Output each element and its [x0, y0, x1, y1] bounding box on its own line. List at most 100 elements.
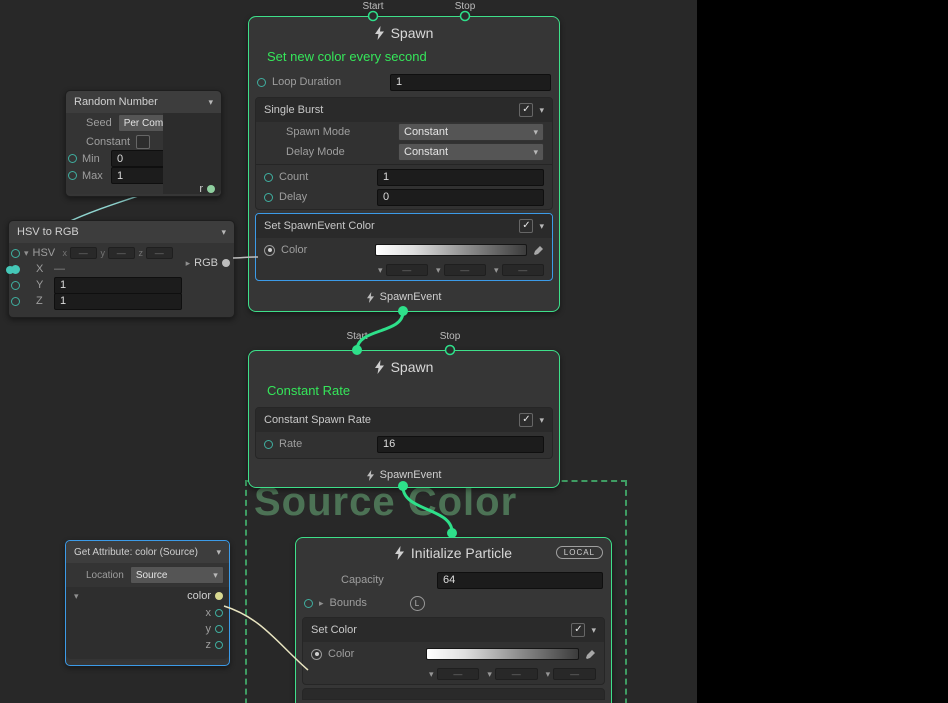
capacity-field[interactable]: 64 — [437, 572, 603, 589]
y-input-port[interactable] — [11, 281, 20, 290]
hsv-y-mini-field[interactable]: — — [108, 247, 135, 259]
expand-triangle-icon[interactable]: ▸ — [186, 258, 191, 269]
hsv-x-mini-field[interactable]: — — [70, 247, 97, 259]
spawn1-titlebar[interactable]: Spawn — [249, 17, 559, 49]
x-input-port-connected[interactable] — [11, 265, 20, 274]
r-output-port[interactable] — [207, 185, 215, 193]
single-burst-checkbox[interactable]: ✓ — [519, 103, 533, 117]
color-y-mini-field[interactable]: — — [444, 264, 486, 276]
chevron-down-icon: ▾ — [533, 147, 538, 158]
loop-duration-port[interactable] — [257, 78, 266, 87]
color-gradient-field[interactable] — [426, 648, 579, 660]
eyedropper-icon[interactable] — [585, 649, 596, 660]
single-burst-block[interactable]: Single Burst ✓ ▾ Spawn Mode Constant ▾ D… — [255, 97, 553, 210]
axis-y-label: y — [101, 248, 106, 258]
spawn2-titlebar[interactable]: Spawn — [249, 351, 559, 383]
constant-spawn-rate-block[interactable]: Constant Spawn Rate ✓ ▾ Rate 16 — [255, 407, 553, 459]
hsv-header[interactable]: HSV to RGB ▾ — [9, 221, 234, 243]
r-output-row: r — [199, 183, 215, 195]
block-collapse-caret-icon[interactable]: ▾ — [539, 415, 544, 426]
rate-field[interactable]: 16 — [377, 436, 544, 453]
location-dropdown[interactable]: Source ▾ — [130, 566, 224, 584]
loop-duration-field[interactable]: 1 — [390, 74, 551, 91]
collapse-caret-icon[interactable]: ▾ — [208, 97, 213, 108]
single-burst-title: Single Burst — [264, 104, 513, 116]
color-y-mini-field[interactable]: — — [495, 668, 538, 680]
local-space-badge[interactable]: LOCAL — [556, 546, 603, 559]
constant-spawn-rate-checkbox[interactable]: ✓ — [519, 413, 533, 427]
color-z-mini-field[interactable]: — — [502, 264, 544, 276]
count-port[interactable] — [264, 173, 273, 182]
z-input-port[interactable] — [11, 297, 20, 306]
output-row-color: color — [187, 590, 223, 602]
rgb-output-row: ▸ RGB — [186, 257, 230, 269]
collapse-caret-icon[interactable]: ▾ — [216, 547, 221, 558]
color-input-port[interactable] — [311, 649, 322, 660]
y-label: Y — [24, 279, 50, 291]
hsv-input-port[interactable] — [11, 249, 20, 258]
delay-mode-dropdown[interactable]: Constant ▾ — [398, 143, 544, 161]
color-gradient-field[interactable] — [375, 244, 527, 256]
color-output-port[interactable] — [215, 592, 223, 600]
expand-triangle-icon[interactable]: ▸ — [319, 598, 324, 609]
collapse-caret-icon[interactable]: ▾ — [221, 227, 226, 238]
rate-port[interactable] — [264, 440, 273, 449]
initialize-titlebar[interactable]: Initialize Particle LOCAL — [296, 538, 611, 568]
node-get-attribute-color[interactable]: Get Attribute: color (Source) ▾ Location… — [65, 540, 230, 666]
lightning-bolt-icon — [375, 360, 384, 374]
count-field[interactable]: 1 — [377, 169, 544, 186]
block-collapse-caret-icon[interactable]: ▾ — [539, 105, 544, 116]
color-x-mini-field[interactable]: — — [437, 668, 480, 680]
node-random-number[interactable]: Random Number ▾ Seed Per Component ▾ Con… — [65, 90, 222, 197]
set-color-checkbox[interactable]: ✓ — [571, 623, 585, 637]
eyedropper-icon[interactable] — [533, 245, 544, 256]
constant-checkbox[interactable] — [136, 135, 150, 149]
y-output-port[interactable] — [215, 625, 223, 633]
expand-triangle-icon[interactable]: ▾ — [24, 248, 29, 259]
color-label: Color — [281, 244, 369, 256]
x-value: — — [54, 263, 65, 275]
set-spawnevent-color-block[interactable]: Set SpawnEvent Color ✓ ▾ Color ▾— ▾— ▾— — [255, 213, 553, 281]
color-z-mini-field[interactable]: — — [553, 668, 596, 680]
set-color-block[interactable]: Set Color ✓ ▾ Color ▾— ▾— ▾— — [302, 617, 605, 685]
constant-spawn-rate-title: Constant Spawn Rate — [264, 414, 513, 426]
mini-caret-icon: ▾ — [378, 265, 383, 276]
vfx-graph-canvas[interactable]: Source Color Random Number ▾ Seed Per Co… — [0, 0, 948, 703]
color-input-port[interactable] — [264, 245, 275, 256]
next-block-partial[interactable] — [302, 688, 605, 700]
min-input-port[interactable] — [68, 154, 77, 163]
node-initialize-particle[interactable]: Initialize Particle LOCAL Capacity 64 ▸ … — [295, 537, 612, 703]
spawn1-stop-label: Stop — [445, 1, 485, 12]
local-bounds-icon: L — [410, 596, 425, 611]
node-spawn-2[interactable]: Spawn Constant Rate Constant Spawn Rate … — [248, 350, 560, 488]
spawn1-subtitle: Set new color every second — [249, 49, 559, 70]
bounds-port[interactable] — [304, 599, 313, 608]
spawn-mode-dropdown[interactable]: Constant ▾ — [398, 123, 544, 141]
rgb-output-label: RGB — [194, 257, 218, 269]
color-x-mini-field[interactable]: — — [386, 264, 428, 276]
rgb-output-port[interactable] — [222, 259, 230, 267]
z-field[interactable]: 1 — [54, 293, 182, 310]
get-attribute-header[interactable]: Get Attribute: color (Source) ▾ — [66, 541, 229, 563]
set-spawnevent-color-checkbox[interactable]: ✓ — [519, 219, 533, 233]
loop-duration-label: Loop Duration — [272, 76, 384, 88]
expand-triangle-icon[interactable]: ▾ — [74, 591, 79, 602]
set-color-title: Set Color — [311, 624, 565, 636]
max-input-port[interactable] — [68, 171, 77, 180]
spawn1-footer: SpawnEvent — [249, 284, 559, 310]
delay-port[interactable] — [264, 193, 273, 202]
delay-field[interactable]: 0 — [377, 189, 544, 206]
node-spawn-1[interactable]: Spawn Set new color every second Loop Du… — [248, 16, 560, 312]
hsv-z-mini-field[interactable]: — — [146, 247, 173, 259]
random-number-header[interactable]: Random Number ▾ — [66, 91, 221, 113]
block-collapse-caret-icon[interactable]: ▾ — [591, 625, 596, 636]
block-collapse-caret-icon[interactable]: ▾ — [539, 221, 544, 232]
x-output-port[interactable] — [215, 609, 223, 617]
z-output-port[interactable] — [215, 641, 223, 649]
node-hsv-to-rgb[interactable]: HSV to RGB ▾ ▾ HSV x— y— z— X — Y 1 — [8, 220, 235, 318]
mini-caret-icon: ▾ — [429, 669, 434, 680]
y-field[interactable]: 1 — [54, 277, 182, 294]
lightning-bolt-icon — [375, 26, 384, 40]
constant-label: Constant — [86, 136, 130, 148]
mini-caret-icon: ▾ — [546, 669, 551, 680]
